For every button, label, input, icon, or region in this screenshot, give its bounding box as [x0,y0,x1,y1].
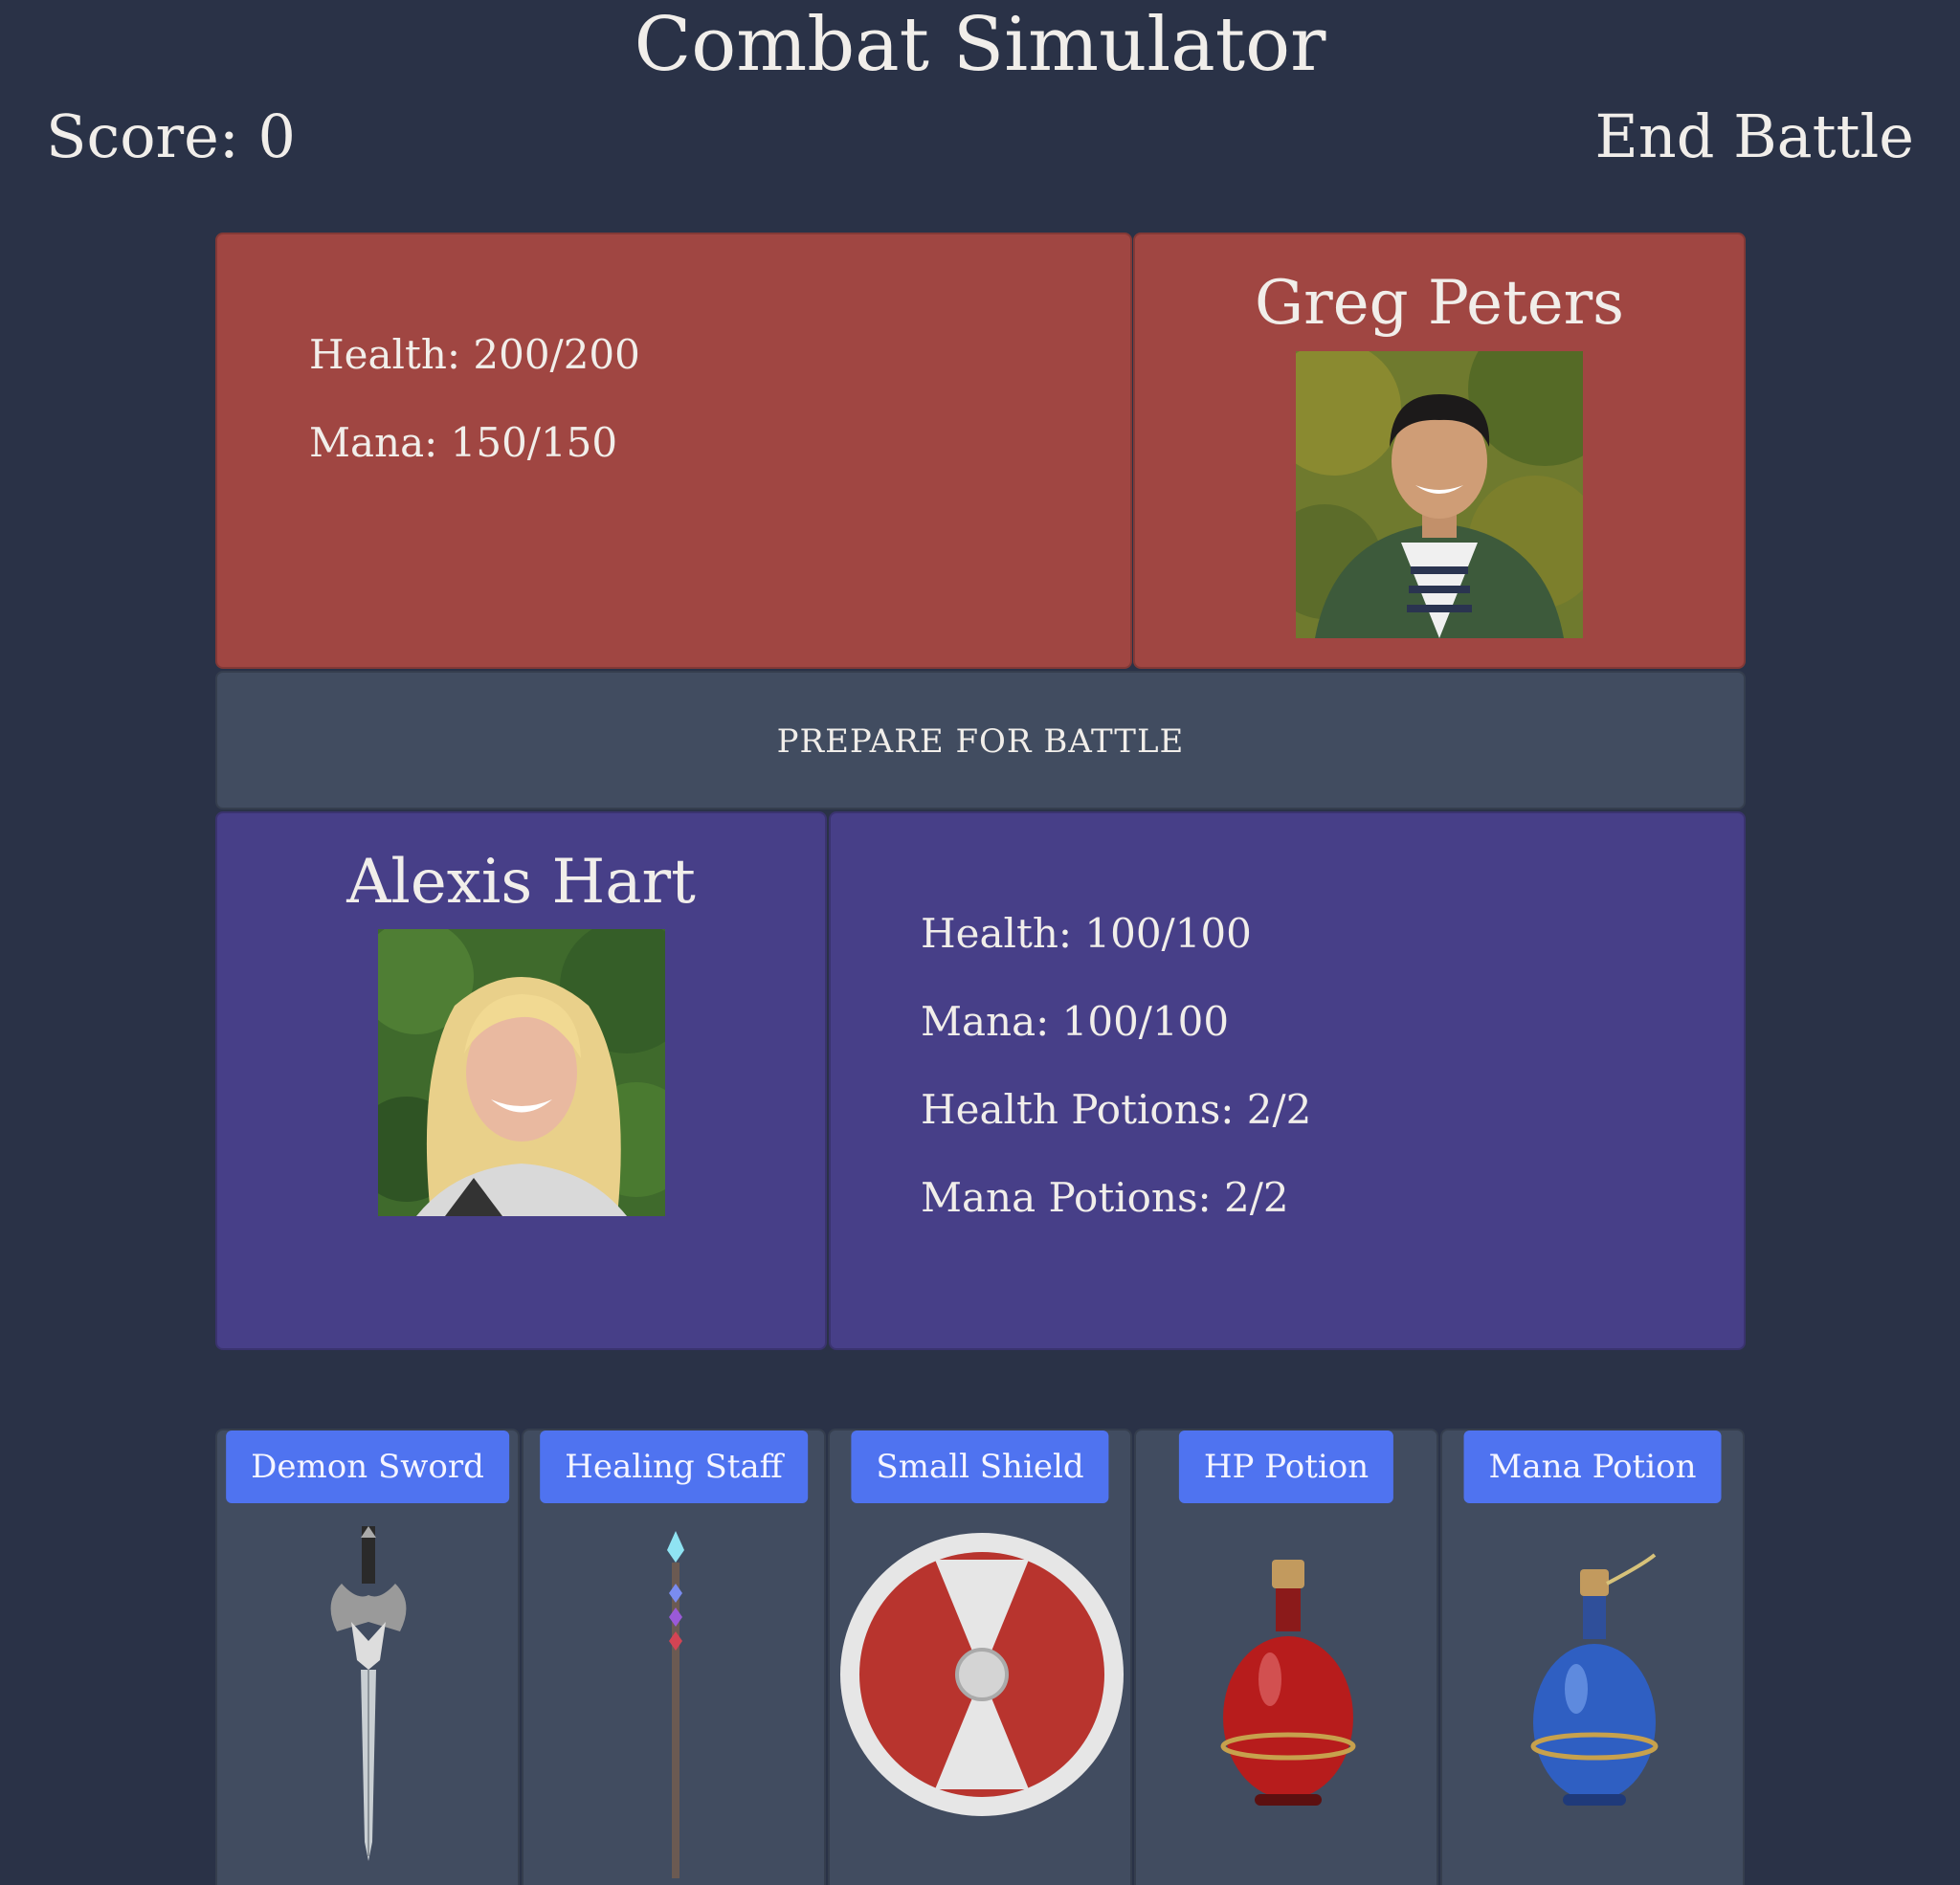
player-name: Alexis Hart [346,847,696,918]
item-slot-demon-sword: Demon Sword [215,1429,520,1885]
item-slot-small-shield: Small Shield [828,1429,1132,1885]
player-portrait [378,929,665,1216]
enemy-name: Greg Peters [1255,268,1624,339]
mana-potion-button[interactable]: Mana Potion [1463,1430,1722,1503]
hp-potion-button[interactable]: HP Potion [1178,1430,1394,1503]
enemy-card: Greg Peters [1133,233,1746,669]
player-mana-potions: Mana Potions: 2/2 [921,1174,1289,1221]
end-battle-button[interactable]: End Battle [1595,100,1914,173]
enemy-portrait [1296,351,1583,638]
status-message: PREPARE FOR BATTLE [776,722,1185,761]
enemy-stats-panel: Health: 200/200 Mana: 150/150 [215,233,1132,669]
enemy-health: Health: 200/200 [309,331,640,378]
demon-sword-button[interactable]: Demon Sword [226,1430,509,1503]
player-health: Health: 100/100 [921,910,1252,957]
player-card: Alexis Hart [215,811,827,1350]
player-health-potions: Health Potions: 2/2 [921,1086,1312,1133]
page-title: Combat Simulator [634,2,1326,88]
mana-potion-icon [1442,1526,1747,1880]
status-banner: PREPARE FOR BATTLE [215,671,1746,809]
shield-icon [830,1526,1134,1880]
score-display: Score: 0 [46,101,296,171]
healing-staff-button[interactable]: Healing Staff [540,1430,808,1503]
item-slot-healing-staff: Healing Staff [522,1429,826,1885]
small-shield-button[interactable]: Small Shield [851,1430,1109,1503]
hp-potion-icon [1136,1526,1440,1880]
enemy-mana: Mana: 150/150 [309,419,618,466]
staff-icon [523,1526,828,1880]
item-slot-mana-potion: Mana Potion [1440,1429,1745,1885]
item-slot-hp-potion: HP Potion [1134,1429,1438,1885]
player-mana: Mana: 100/100 [921,998,1230,1045]
player-stats-panel: Health: 100/100 Mana: 100/100 Health Pot… [829,811,1746,1350]
sword-icon [217,1526,522,1880]
